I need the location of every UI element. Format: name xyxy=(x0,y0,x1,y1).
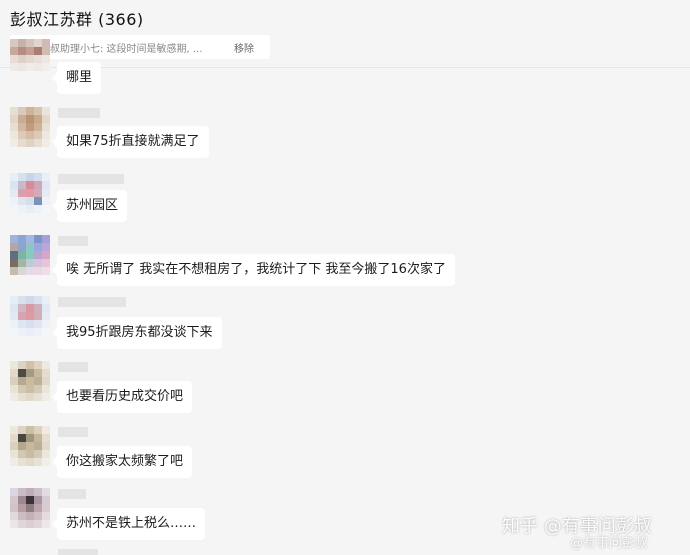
sender-nickname xyxy=(58,174,124,184)
message-bubble: 也要看历史成交价吧 xyxy=(51,381,193,413)
avatar[interactable] xyxy=(10,296,50,336)
sender-nickname xyxy=(58,427,88,437)
message-bubble: 你这搬家太频繁了吧 xyxy=(51,446,193,478)
sender-nickname xyxy=(58,549,98,555)
chat-header: 彭叔江苏群 (366) 彭叔助理小七: 这段时间是敏感期, ... 移除 xyxy=(0,0,690,68)
message-bubble: 哪里 xyxy=(51,62,102,94)
message-bubble: 苏州园区 xyxy=(51,190,128,222)
message-bubble: 苏州不是铁上税么…… xyxy=(51,508,206,540)
group-title[interactable]: 彭叔江苏群 (366) xyxy=(10,6,144,30)
sender-nickname xyxy=(58,236,88,246)
avatar[interactable] xyxy=(10,39,50,79)
watermark-secondary: @有事问彭叔 xyxy=(570,536,649,551)
sender-nickname xyxy=(58,108,100,118)
avatar[interactable] xyxy=(10,426,50,466)
avatar[interactable] xyxy=(10,173,50,213)
message-bubble: 我95折跟房东都没谈下来 xyxy=(52,317,222,349)
avatar[interactable] xyxy=(10,361,50,401)
avatar[interactable] xyxy=(10,488,50,528)
notice-remove-button[interactable]: 移除 xyxy=(234,40,254,55)
message-bubble: 如果75折直接就满足了 xyxy=(52,126,209,158)
notice-text: 彭叔助理小七: 这段时间是敏感期, ... xyxy=(40,43,203,55)
avatar[interactable] xyxy=(10,107,50,147)
sender-nickname xyxy=(58,362,88,372)
message-bubble: 唉 无所谓了 我实在不想租房了，我统计了下 我至今搬了16次家了 xyxy=(52,254,455,286)
sender-nickname xyxy=(58,489,86,499)
avatar[interactable] xyxy=(10,235,50,275)
sender-nickname xyxy=(58,297,126,307)
